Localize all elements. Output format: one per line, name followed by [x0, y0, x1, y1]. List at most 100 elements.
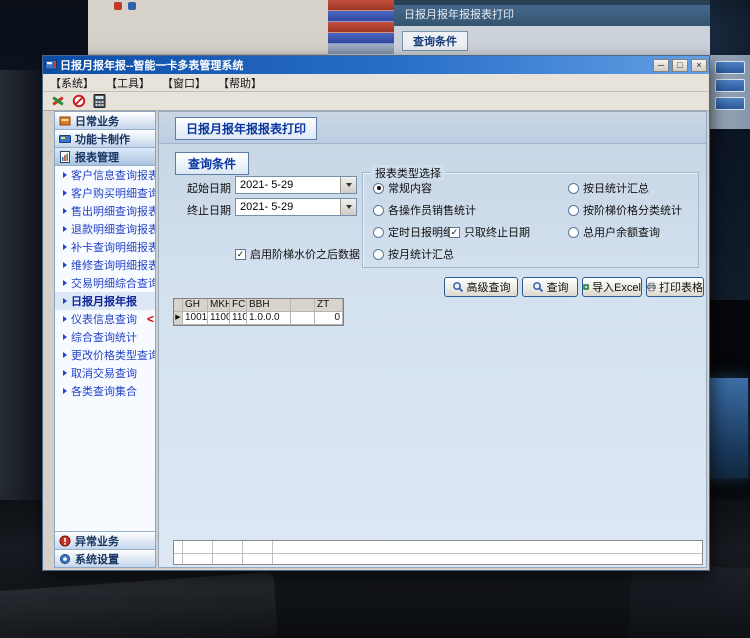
- radio-label: 按日统计汇总: [583, 180, 649, 196]
- menu-item-help[interactable]: 【帮助】: [214, 75, 266, 91]
- checkbox-checked-icon: ✓: [235, 249, 246, 260]
- sidebar-item-customer-purchase-detail[interactable]: 客户购买明细查询: [55, 184, 155, 202]
- cell-zt: 0: [315, 312, 343, 325]
- sidebar-section-daily-business[interactable]: 日常业务: [55, 112, 155, 130]
- grid-divider: [174, 553, 702, 554]
- radio-ladder-price-category-stats[interactable]: 按阶梯价格分类统计: [568, 202, 682, 218]
- radio-label: 定时日报明细: [388, 224, 454, 240]
- menu-item-system[interactable]: 【系统】: [46, 75, 98, 91]
- sidebar-item-refund-detail-report[interactable]: 退款明细查询报表: [55, 220, 155, 238]
- grid-col-blank[interactable]: [291, 299, 315, 312]
- grid-col-zt[interactable]: ZT: [315, 299, 343, 312]
- sidebar-item-label: 日报月报年报: [71, 293, 137, 309]
- background-sidebar-bar: [328, 22, 394, 33]
- sidebar-item-query-collection[interactable]: 各类查询集合: [55, 382, 155, 400]
- grid-col-fcd[interactable]: FCD: [230, 299, 247, 312]
- background-window-body: 查询条件: [394, 26, 710, 55]
- background-edge-button: [715, 97, 745, 110]
- caret-down-icon: [346, 183, 352, 187]
- item-bullet-icon: [63, 388, 67, 394]
- report-type-title: 报表类型选择: [371, 165, 445, 181]
- background-window-query-label: 查询条件: [402, 31, 468, 51]
- sidebar-item-label: 取消交易查询: [71, 365, 137, 381]
- sidebar-item-label: 各类查询集合: [71, 383, 137, 399]
- start-date-dropdown-button[interactable]: [340, 177, 356, 193]
- grid-col-mkh[interactable]: MKH: [208, 299, 230, 312]
- background-toolbar-icon: [114, 2, 122, 10]
- button-label: 查询: [547, 279, 569, 295]
- radio-operator-sales-stats[interactable]: 各操作员销售统计: [373, 202, 476, 218]
- radio-monthly-summary[interactable]: 按月统计汇总: [373, 246, 454, 262]
- cell-mkh: 1100: [208, 312, 230, 325]
- radio-icon: [373, 249, 384, 260]
- print-table-button[interactable]: 打印表格: [646, 277, 704, 297]
- minimize-button[interactable]: ─: [653, 59, 669, 72]
- sidebar-section-label: 功能卡制作: [75, 131, 130, 147]
- advanced-query-button[interactable]: 高级查询: [444, 277, 518, 297]
- sidebar-section-label: 日常业务: [75, 113, 119, 129]
- grid-col-bbh[interactable]: BBH: [247, 299, 291, 312]
- background-left-monitor-edge: [0, 70, 44, 500]
- toolbar: [43, 92, 709, 111]
- menu-item-window[interactable]: 【窗口】: [158, 75, 210, 91]
- query-button[interactable]: 查询: [522, 277, 578, 297]
- start-date-combo[interactable]: 2021- 5-29: [235, 176, 357, 194]
- abnormal-business-icon: [59, 535, 71, 547]
- sidebar-section-card-making[interactable]: 功能卡制作: [55, 130, 155, 148]
- radio-icon: [373, 227, 384, 238]
- item-bullet-icon: [63, 172, 67, 178]
- close-button[interactable]: ×: [691, 59, 707, 72]
- grid-col-gh[interactable]: GH: [183, 299, 208, 312]
- stop-icon[interactable]: [72, 94, 86, 108]
- results-grid[interactable]: GH MKH FCD BBH ZT ▶ 1001 1100 1100 1.0.0…: [173, 298, 344, 326]
- end-date-combo[interactable]: 2021- 5-29: [235, 198, 357, 216]
- ladder-price-checkbox[interactable]: ✓ 启用阶梯水价之后数据: [235, 246, 360, 262]
- window-title: 日报月报年报--智能一卡多表管理系统: [60, 57, 650, 73]
- desktop-photo-background: 日报月报年报报表打印 查询条件 日报月报年报--智能一卡多表管理系统 ─ □ ×…: [0, 0, 750, 638]
- bottom-empty-grid[interactable]: [173, 540, 703, 565]
- sidebar-item-repair-detail-report[interactable]: 维修查询明细报表: [55, 256, 155, 274]
- radio-icon: [373, 205, 384, 216]
- sidebar-item-meter-info-query[interactable]: 仪表信息查询 <: [55, 310, 155, 328]
- sidebar-item-comprehensive-query-stats[interactable]: 综合查询统计: [55, 328, 155, 346]
- radio-daily-summary[interactable]: 按日统计汇总: [568, 180, 649, 196]
- sidebar-section-report-management[interactable]: 报表管理: [55, 148, 155, 166]
- radio-scheduled-daily-detail[interactable]: 定时日报明细: [373, 224, 454, 240]
- sidebar-item-label: 综合查询统计: [71, 329, 137, 345]
- window-titlebar[interactable]: 日报月报年报--智能一卡多表管理系统 ─ □ ×: [43, 56, 709, 74]
- menu-item-tools[interactable]: 【工具】: [102, 75, 154, 91]
- end-date-only-checkbox[interactable]: ✓ 只取终止日期: [449, 224, 530, 240]
- maximize-button[interactable]: □: [672, 59, 688, 72]
- radio-total-user-balance-query[interactable]: 总用户余额查询: [568, 224, 660, 240]
- sidebar-item-customer-info-report[interactable]: 客户信息查询报表: [55, 166, 155, 184]
- background-window-main: 日报月报年报报表打印 查询条件: [394, 0, 710, 55]
- sidebar-item-label: 交易明细综合查询: [71, 275, 155, 291]
- tools-icon[interactable]: [51, 94, 65, 108]
- item-bullet-icon: [63, 190, 67, 196]
- background-edge-button: [715, 79, 745, 92]
- sidebar-item-price-type-change-query[interactable]: 更改价格类型查询: [55, 346, 155, 364]
- radio-regular-content[interactable]: 常规内容: [373, 180, 432, 196]
- sidebar-item-cancel-transaction-query[interactable]: 取消交易查询: [55, 364, 155, 382]
- grid-selector-header: [174, 299, 183, 312]
- report-type-groupbox: 报表类型选择 常规内容 按日统计汇总 各操作员销售统计: [362, 172, 699, 268]
- sidebar-item-daily-monthly-annual-report[interactable]: 日报月报年报: [55, 292, 155, 310]
- calculator-icon[interactable]: [93, 94, 106, 108]
- menu-bar: 【系统】 【工具】 【窗口】 【帮助】: [43, 74, 709, 92]
- sidebar-item-transaction-detail-query[interactable]: 交易明细综合查询: [55, 274, 155, 292]
- button-label: 导入Excel: [592, 279, 641, 295]
- sidebar-section-abnormal-business[interactable]: 异常业务: [55, 531, 155, 549]
- grid-data-row[interactable]: ▶ 1001 1100 1100 1.0.0.0 0: [174, 312, 343, 325]
- grid-header-row: GH MKH FCD BBH ZT: [174, 299, 343, 312]
- sidebar-report-items: 客户信息查询报表 客户购买明细查询 售出明细查询报表 退款明细查询报表: [55, 166, 155, 531]
- magnifier-icon: [532, 281, 544, 293]
- sidebar-section-label: 报表管理: [75, 149, 119, 165]
- export-excel-button[interactable]: 导入Excel: [582, 277, 642, 297]
- end-date-dropdown-button[interactable]: [340, 199, 356, 215]
- sidebar-item-sales-detail-report[interactable]: 售出明细查询报表: [55, 202, 155, 220]
- printer-icon: [647, 281, 656, 293]
- sidebar-item-card-reissue-detail-report[interactable]: 补卡查询明细报表: [55, 238, 155, 256]
- cell-gh: 1001: [183, 312, 208, 325]
- app-window: 日报月报年报--智能一卡多表管理系统 ─ □ × 【系统】 【工具】 【窗口】 …: [42, 55, 710, 571]
- sidebar-section-system-settings[interactable]: 系统设置: [55, 549, 155, 567]
